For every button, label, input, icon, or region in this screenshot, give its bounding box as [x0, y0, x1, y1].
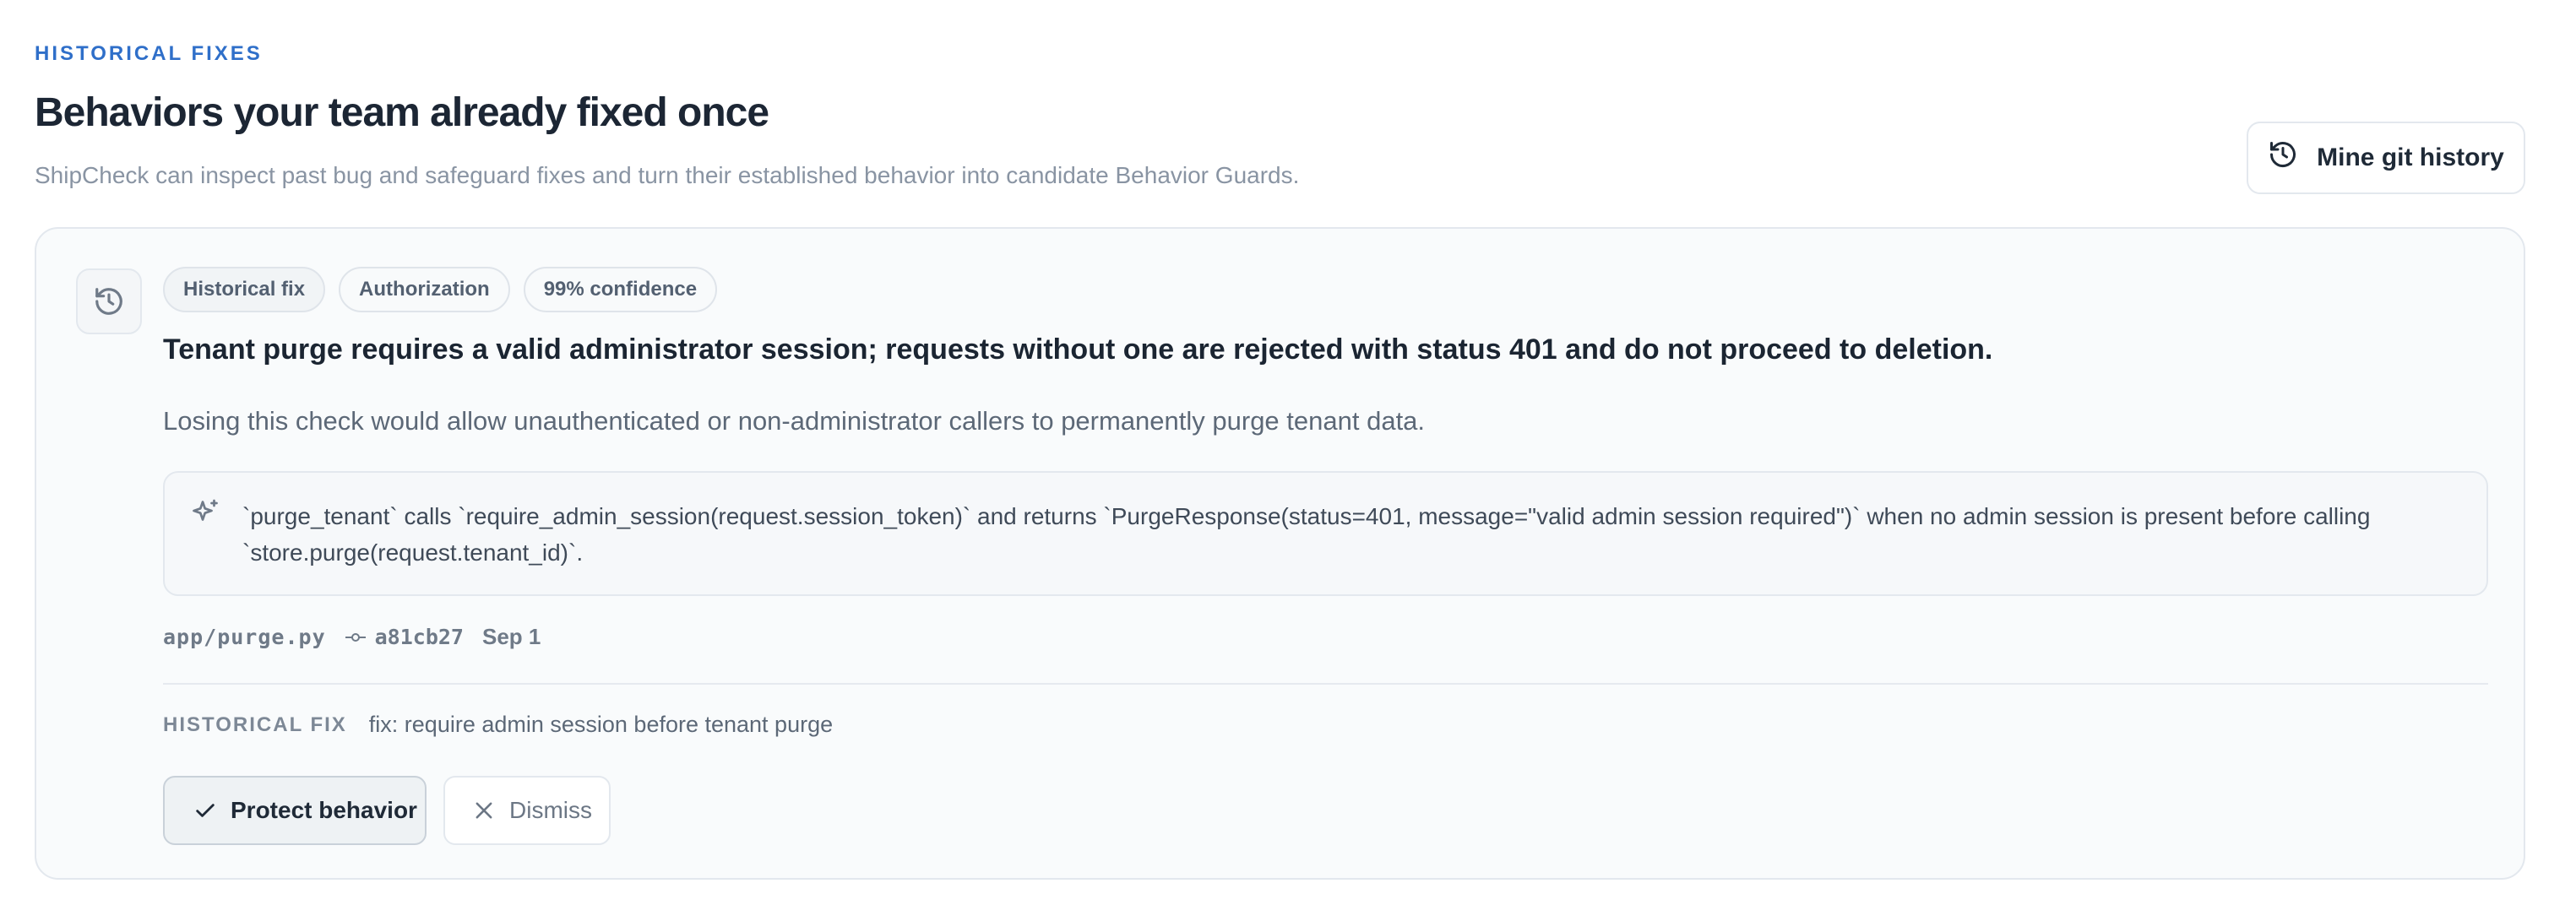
behavior-candidate-card: Historical fix Authorization 99% confide…	[35, 227, 2525, 880]
page-subtitle: ShipCheck can inspect past bug and safeg…	[35, 162, 1300, 188]
check-icon	[196, 804, 215, 817]
dismiss-button[interactable]: Dismiss	[443, 776, 611, 845]
history-icon	[76, 268, 142, 334]
evidence-box: `purge_tenant` calls `require_admin_sess…	[163, 471, 2488, 596]
tag-historical-fix: Historical fix	[163, 267, 326, 312]
historical-fix-message: fix: require admin session before tenant…	[368, 712, 834, 737]
mine-git-history-button[interactable]: Mine git history	[2247, 122, 2525, 194]
close-icon	[476, 802, 492, 819]
section-eyebrow: HISTORICAL FIXES	[35, 42, 263, 65]
commit-date: Sep 1	[481, 624, 541, 649]
historical-fix-row: HISTORICAL FIX fix: require admin sessio…	[163, 712, 833, 738]
historical-fix-label: HISTORICAL FIX	[163, 713, 347, 736]
card-actions: Protect behavior Dismiss	[163, 776, 611, 845]
source-file-path[interactable]: app/purge.py	[163, 625, 326, 649]
commit-ref[interactable]: a81cb27	[345, 625, 464, 649]
evidence-text: `purge_tenant` calls `require_admin_sess…	[242, 503, 2371, 566]
behavior-headline: Tenant purge requires a valid administra…	[163, 333, 1993, 366]
tag-authorization: Authorization	[339, 267, 510, 312]
tag-confidence: 99% confidence	[523, 267, 718, 312]
dismiss-label: Dismiss	[509, 797, 592, 823]
tag-list: Historical fix Authorization 99% confide…	[163, 267, 718, 312]
protect-behavior-label: Protect behavior	[231, 797, 417, 823]
source-meta: app/purge.py a81cb27 Sep 1	[163, 624, 541, 650]
history-icon	[2268, 139, 2298, 176]
behavior-risk: Losing this check would allow unauthenti…	[163, 406, 1426, 436]
commit-hash: a81cb27	[374, 625, 464, 649]
protect-behavior-button[interactable]: Protect behavior	[163, 776, 427, 845]
sparkles-icon	[193, 499, 218, 521]
page-title: Behaviors your team already fixed once	[35, 90, 769, 135]
git-commit-icon	[345, 632, 366, 642]
historical-fixes-section: HISTORICAL FIXES Behaviors your team alr…	[0, 0, 2576, 905]
mine-git-history-label: Mine git history	[2317, 144, 2504, 171]
divider	[163, 683, 2488, 685]
